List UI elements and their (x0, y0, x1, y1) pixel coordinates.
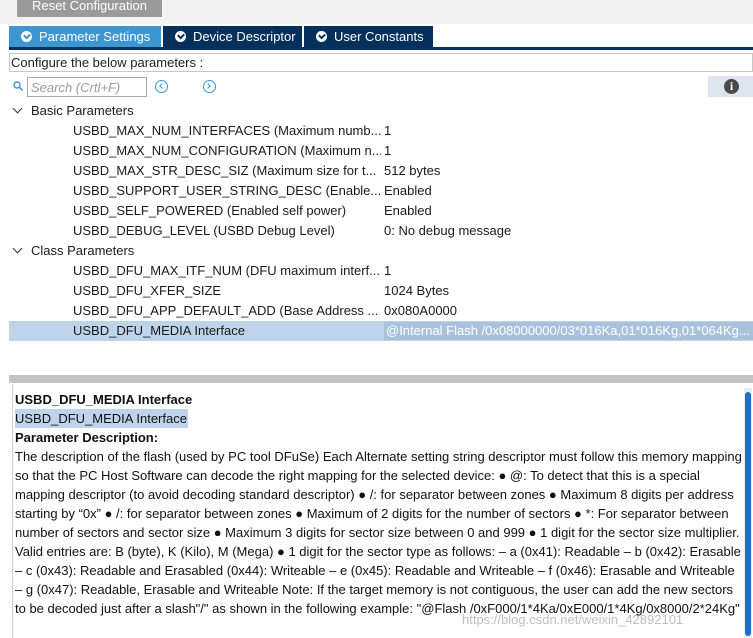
tab-device-descriptor[interactable]: Device Descriptor (163, 26, 302, 47)
param-name: USBD_DFU_XFER_SIZE (73, 283, 222, 298)
description-body: The description of the flash (used by PC… (15, 449, 742, 616)
param-name: USBD_MAX_NUM_CONFIGURATION (Maximum n... (73, 143, 381, 158)
description-title: USBD_DFU_MEDIA Interface (15, 392, 193, 407)
tab-parameter-settings[interactable]: Parameter Settings (9, 26, 161, 47)
param-value: 1024 Bytes (384, 283, 450, 298)
param-value: 512 bytes (384, 163, 441, 178)
reset-configuration-button[interactable]: Reset Configuration (17, 0, 162, 17)
group-label: Basic Parameters (31, 103, 134, 118)
tab-label: User Constants (334, 29, 424, 44)
param-name: USBD_MAX_NUM_INTERFACES (Maximum numb... (73, 123, 381, 138)
tab-user-constants[interactable]: User Constants (304, 26, 433, 47)
description-heading: Parameter Description: (15, 430, 159, 445)
toolbar-strip: Reset Configuration (0, 0, 753, 24)
param-name: USBD_DFU_APP_DEFAULT_ADD (Base Address .… (73, 303, 379, 318)
description-scrollbar[interactable] (744, 388, 752, 638)
tab-bar: Parameter Settings Device Descriptor Use… (9, 26, 435, 47)
param-row[interactable]: USBD_DFU_APP_DEFAULT_ADD (Base Address .… (9, 301, 753, 321)
info-icon: i (724, 79, 739, 94)
description-subtitle: USBD_DFU_MEDIA Interface (15, 409, 188, 428)
description-content: USBD_DFU_MEDIA Interface USBD_DFU_MEDIA … (15, 390, 743, 618)
search-prev-button[interactable] (155, 80, 168, 93)
group-basic-parameters[interactable]: Basic Parameters (9, 101, 753, 121)
panel-splitter[interactable] (9, 375, 753, 383)
group-label: Class Parameters (31, 243, 135, 258)
configure-hint: Configure the below parameters : (9, 53, 753, 72)
param-name: USBD_DFU_MEDIA Interface (73, 323, 245, 338)
param-name: USBD_DFU_MAX_ITF_NUM (DFU maximum interf… (73, 263, 380, 278)
check-circle-icon (175, 31, 186, 42)
param-row[interactable]: USBD_MAX_STR_DESC_SIZ (Maximum size for … (9, 161, 753, 181)
tab-label: Parameter Settings (39, 29, 151, 44)
chevron-down-icon (12, 243, 23, 254)
search-next-button[interactable] (203, 80, 216, 93)
search-input[interactable] (27, 77, 147, 97)
description-panel: USBD_DFU_MEDIA Interface USBD_DFU_MEDIA … (12, 384, 753, 638)
param-name: USBD_MAX_STR_DESC_SIZ (Maximum size for … (73, 163, 377, 178)
param-value: Enabled (384, 203, 432, 218)
param-row[interactable]: USBD_SELF_POWERED (Enabled self power) E… (9, 201, 753, 221)
group-class-parameters[interactable]: Class Parameters (9, 241, 753, 261)
scroll-thumb[interactable] (745, 392, 751, 636)
search-toolbar: i (9, 76, 753, 98)
param-row[interactable]: USBD_MAX_NUM_CONFIGURATION (Maximum n...… (9, 141, 753, 161)
param-row[interactable]: USBD_DFU_XFER_SIZE 1024 Bytes (9, 281, 753, 301)
param-value: 1 (384, 263, 392, 278)
search-icon (13, 81, 23, 91)
check-circle-icon (21, 31, 32, 42)
param-value: Enabled (384, 183, 432, 198)
param-row[interactable]: USBD_SUPPORT_USER_STRING_DESC (Enable...… (9, 181, 753, 201)
tab-label: Device Descriptor (193, 29, 296, 44)
chevron-right-icon (205, 83, 211, 89)
chevron-left-icon (159, 83, 165, 89)
param-row[interactable]: USBD_DEBUG_LEVEL (USBD Debug Level) 0: N… (9, 221, 753, 241)
param-row-selected[interactable]: USBD_DFU_MEDIA Interface @Internal Flash… (9, 321, 753, 341)
tab-underline (9, 47, 753, 50)
param-value: 1 (384, 143, 392, 158)
watermark: https://blog.csdn.net/weixin_42892101 (462, 612, 684, 627)
param-value: 0: No debug message (384, 223, 512, 238)
info-button[interactable]: i (708, 76, 753, 97)
chevron-down-icon (12, 103, 23, 114)
param-name: USBD_SELF_POWERED (Enabled self power) (73, 203, 347, 218)
param-value-field[interactable]: @Internal Flash /0x08000000/03*016Ka,01*… (384, 322, 753, 340)
param-name: USBD_DEBUG_LEVEL (USBD Debug Level) (73, 223, 335, 238)
check-circle-icon (316, 31, 327, 42)
parameter-tree: Basic Parameters USBD_MAX_NUM_INTERFACES… (9, 101, 753, 341)
param-value: 1 (384, 123, 392, 138)
param-name: USBD_SUPPORT_USER_STRING_DESC (Enable... (73, 183, 381, 198)
param-row[interactable]: USBD_MAX_NUM_INTERFACES (Maximum numb...… (9, 121, 753, 141)
param-value: 0x080A0000 (384, 303, 458, 318)
param-row[interactable]: USBD_DFU_MAX_ITF_NUM (DFU maximum interf… (9, 261, 753, 281)
